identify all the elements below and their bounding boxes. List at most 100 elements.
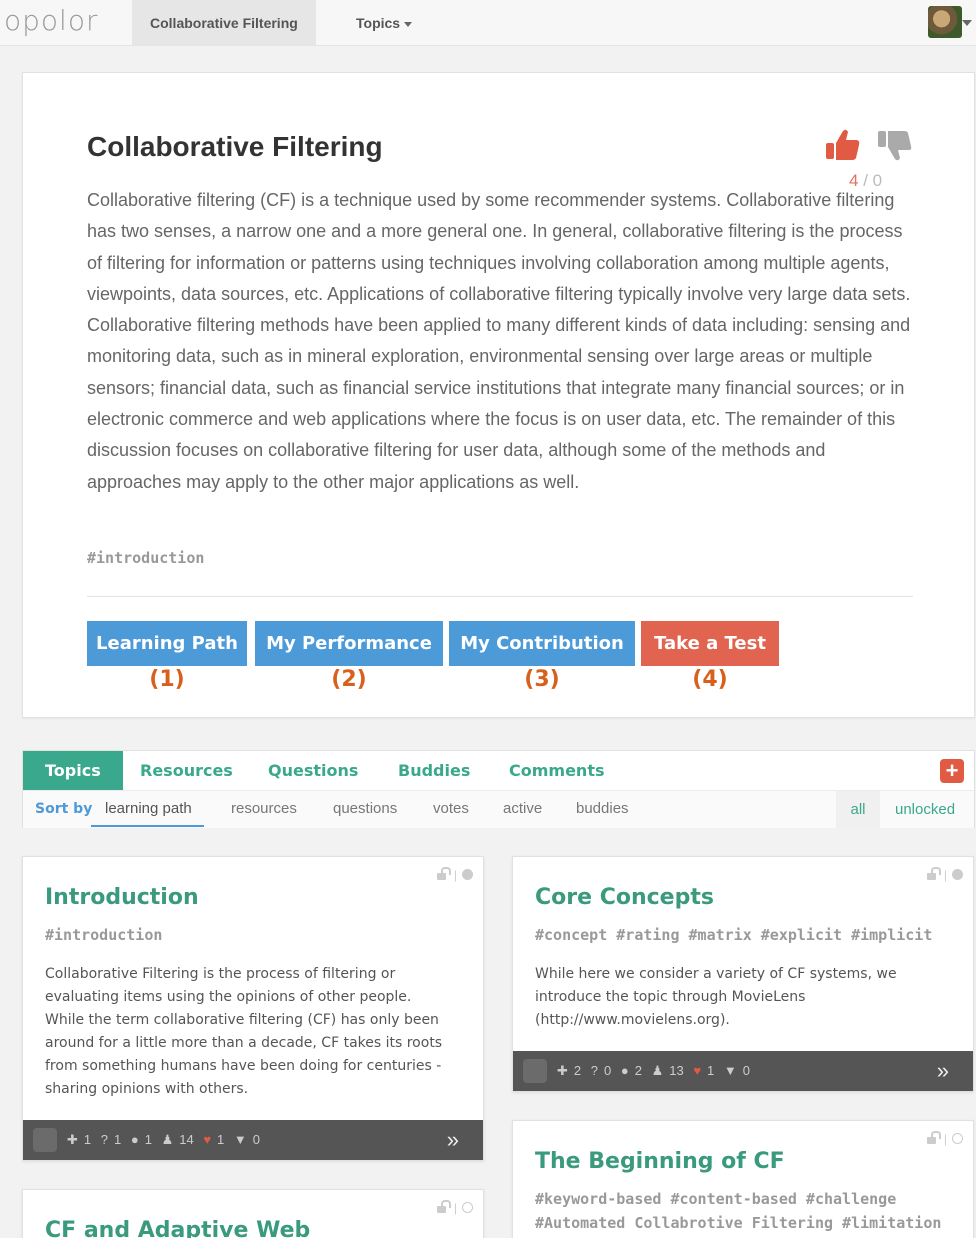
sort-by-label: Sort by <box>35 801 93 817</box>
filter-all[interactable]: all <box>836 791 880 828</box>
unlock-icon <box>926 1130 941 1144</box>
chevron-right-double-icon[interactable]: » <box>447 1120 459 1160</box>
card-tags-line: #Automated Collabrotive Filtering #limit… <box>535 1214 942 1232</box>
stat-dislikes: 0 <box>252 1132 261 1147</box>
sort-option-questions[interactable]: questions <box>333 800 397 817</box>
question-icon: ? <box>100 1132 108 1147</box>
card-description-line: Collaborative Filtering is the process o… <box>45 966 396 982</box>
filter-unlocked[interactable]: unlocked <box>895 801 955 818</box>
card-tags[interactable]: #concept #rating #matrix #explicit #impl… <box>535 923 932 947</box>
card-footer: ✚ 1 ? 1 ● 1 ♟ 14 ♥ 1 ▼ 0 » <box>23 1120 483 1160</box>
stat-likes: 1 <box>707 1063 715 1078</box>
stat-likes: 1 <box>217 1132 225 1147</box>
separator: | <box>453 867 457 882</box>
chevron-right-double-icon[interactable]: » <box>937 1051 949 1091</box>
card-description: While here we consider a variety of CF s… <box>535 963 897 1032</box>
card-tags[interactable]: #introduction <box>45 923 162 947</box>
card-description-line: evaluating items using the opinions of o… <box>45 989 412 1005</box>
annotation-number-2: (2) <box>331 667 367 692</box>
add-topic-button[interactable]: + <box>940 759 964 783</box>
topic-detail-card: Collaborative Filtering 4 / 0 Collaborat… <box>22 72 975 718</box>
topic-card[interactable]: | CF and Adaptive Web <box>22 1189 484 1238</box>
chevron-down-icon <box>404 21 413 27</box>
people-icon: ♟ <box>161 1132 174 1147</box>
puzzle-badge-icon <box>33 1128 57 1152</box>
divider <box>87 596 913 597</box>
topic-card[interactable]: | The Beginning of CF #keyword-based #co… <box>512 1120 974 1238</box>
card-title[interactable]: Core Concepts <box>535 885 714 910</box>
topic-card[interactable]: | Core Concepts #concept #rating #matrix… <box>512 856 974 1092</box>
tab-topics[interactable]: Topics <box>23 751 123 790</box>
nav-tab-topics[interactable]: Topics <box>338 0 430 46</box>
card-tags[interactable]: #keyword-based #content-based #challenge… <box>535 1187 941 1235</box>
top-navbar: opolor Collaborative Filtering Topics <box>0 0 976 46</box>
unlock-icon <box>436 866 451 880</box>
sort-option-resources[interactable]: resources <box>231 800 297 817</box>
progress-dot-icon <box>462 869 473 881</box>
learning-path-button[interactable]: Learning Path <box>87 621 247 666</box>
thumbs-up-icon: ♥ <box>693 1063 702 1078</box>
content-tabs-panel: Topics Resources Questions Buddies Comme… <box>22 750 975 828</box>
unlock-icon <box>926 866 941 880</box>
separator: | <box>943 1131 947 1146</box>
separator: | <box>453 1200 457 1215</box>
comment-icon: ● <box>620 1063 629 1078</box>
card-footer: ✚ 2 ? 0 ● 2 ♟ 13 ♥ 1 ▼ 0 » <box>513 1051 973 1091</box>
stat-puzzle: 1 <box>83 1132 92 1147</box>
nav-tab-topics-label: Topics <box>356 15 401 31</box>
card-description-line: from something humans have been doing fo… <box>45 1058 442 1074</box>
comment-icon: ● <box>130 1132 139 1147</box>
app-logo[interactable]: opolor <box>4 4 98 37</box>
nav-tab-current-topic[interactable]: Collaborative Filtering <box>132 0 316 46</box>
annotation-number-4: (4) <box>692 667 728 692</box>
sort-option-votes[interactable]: votes <box>433 800 469 817</box>
card-status: | <box>926 1130 963 1146</box>
annotation-number-3: (3) <box>524 667 560 692</box>
page-title: Collaborative Filtering <box>87 131 383 162</box>
progress-dot-icon <box>952 1133 963 1145</box>
tab-comments[interactable]: Comments <box>509 751 605 790</box>
puzzle-badge-icon <box>523 1059 547 1083</box>
card-description-line: introduce the topic through MovieLens <box>535 989 806 1005</box>
topic-card[interactable]: | Introduction #introduction Collaborati… <box>22 856 484 1161</box>
stat-dislikes: 0 <box>742 1063 751 1078</box>
sort-option-learning-path[interactable]: learning path <box>91 800 204 827</box>
take-a-test-button[interactable]: Take a Test <box>641 621 779 666</box>
topic-tag[interactable]: #introduction <box>87 549 204 567</box>
chevron-down-icon[interactable] <box>962 20 972 26</box>
thumbs-down-icon[interactable] <box>877 129 913 165</box>
tab-questions[interactable]: Questions <box>268 751 358 790</box>
thumbs-down-icon: ▼ <box>233 1132 247 1147</box>
my-performance-button[interactable]: My Performance <box>255 621 443 666</box>
puzzle-icon: ✚ <box>557 1063 568 1078</box>
puzzle-icon: ✚ <box>67 1132 78 1147</box>
my-contribution-button[interactable]: My Contribution <box>449 621 635 666</box>
card-description: Collaborative Filtering is the process o… <box>45 963 442 1101</box>
annotation-number-1: (1) <box>149 667 185 692</box>
stat-people: 13 <box>669 1063 684 1078</box>
card-description-line: While the term collaborative filtering (… <box>45 1012 439 1028</box>
people-icon: ♟ <box>651 1063 664 1078</box>
card-title[interactable]: The Beginning of CF <box>535 1149 785 1174</box>
card-description-line: (http://www.movielens.org). <box>535 1012 730 1028</box>
sort-option-buddies[interactable]: buddies <box>576 800 629 817</box>
card-description-line: While here we consider a variety of CF s… <box>535 966 897 982</box>
stat-comments: 2 <box>634 1063 642 1078</box>
card-stats: ✚ 1 ? 1 ● 1 ♟ 14 ♥ 1 ▼ 0 <box>67 1120 266 1160</box>
separator: | <box>943 867 947 882</box>
card-tags-line: #keyword-based #content-based #challenge <box>535 1190 897 1208</box>
card-status: | <box>436 1199 473 1215</box>
sort-option-active[interactable]: active <box>503 800 542 817</box>
stat-puzzle: 2 <box>573 1063 582 1078</box>
card-title[interactable]: Introduction <box>45 885 199 910</box>
tab-resources[interactable]: Resources <box>140 751 233 790</box>
card-title[interactable]: CF and Adaptive Web <box>45 1218 310 1238</box>
thumbs-up-icon: ♥ <box>203 1132 212 1147</box>
avatar[interactable] <box>928 6 962 38</box>
unlock-icon <box>436 1199 451 1213</box>
tab-buddies[interactable]: Buddies <box>398 751 470 790</box>
card-status: | <box>926 866 963 882</box>
sort-bar: Sort by learning path resources question… <box>23 790 974 828</box>
thumbs-up-icon[interactable] <box>825 127 861 163</box>
card-description-line: sharing opinions with others. <box>45 1081 249 1097</box>
